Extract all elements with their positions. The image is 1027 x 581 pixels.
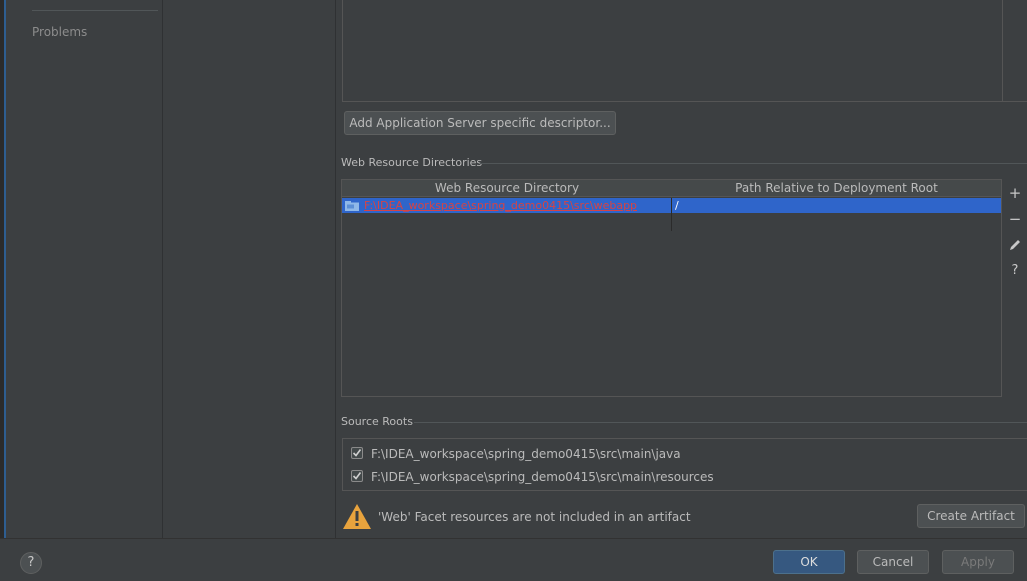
ok-button[interactable]: OK bbox=[773, 550, 845, 574]
settings-nav-panel: Problems bbox=[6, 0, 163, 538]
web-resource-table[interactable]: Web Resource Directory Path Relative to … bbox=[341, 179, 1002, 397]
column-divider bbox=[671, 198, 672, 231]
source-root-label-resources: F:\IDEA_workspace\spring_demo0415\src\ma… bbox=[371, 470, 714, 484]
column-header-web-resource-directory[interactable]: Web Resource Directory bbox=[342, 180, 672, 197]
source-root-checkbox-java[interactable] bbox=[351, 447, 363, 459]
add-icon[interactable]: + bbox=[1006, 184, 1024, 202]
source-roots-section-title: Source Roots bbox=[341, 415, 413, 428]
descriptor-list-divider bbox=[1002, 0, 1003, 101]
nav-separator bbox=[32, 10, 158, 11]
folder-icon bbox=[345, 201, 359, 211]
edit-icon[interactable] bbox=[1006, 236, 1024, 254]
source-roots-list: F:\IDEA_workspace\spring_demo0415\src\ma… bbox=[342, 438, 1027, 491]
dialog-footer: ? OK Cancel Apply bbox=[0, 538, 1027, 581]
cancel-button[interactable]: Cancel bbox=[857, 550, 929, 574]
warning-icon bbox=[343, 504, 371, 529]
create-artifact-button[interactable]: Create Artifact bbox=[917, 504, 1025, 528]
web-resources-section-line bbox=[480, 163, 1027, 164]
module-tree-panel bbox=[163, 0, 336, 538]
help-icon[interactable]: ? bbox=[1006, 262, 1024, 280]
source-root-label-java: F:\IDEA_workspace\spring_demo0415\src\ma… bbox=[371, 447, 681, 461]
web-resources-section-title: Web Resource Directories bbox=[341, 156, 483, 169]
deployment-descriptors-list[interactable] bbox=[342, 0, 1027, 102]
nav-item-problems[interactable]: Problems bbox=[32, 25, 87, 39]
table-cell-path: / bbox=[675, 199, 679, 212]
apply-button[interactable]: Apply bbox=[942, 550, 1014, 574]
remove-icon[interactable]: − bbox=[1006, 210, 1024, 228]
table-row[interactable]: F:\IDEA_workspace\spring_demo0415\src\we… bbox=[342, 198, 1001, 231]
warning-message: 'Web' Facet resources are not included i… bbox=[378, 510, 691, 524]
source-roots-section-line bbox=[414, 422, 1027, 423]
table-cell-directory: F:\IDEA_workspace\spring_demo0415\src\we… bbox=[364, 199, 638, 212]
source-root-checkbox-resources[interactable] bbox=[351, 470, 363, 482]
help-button[interactable]: ? bbox=[20, 552, 42, 574]
add-server-descriptor-button[interactable]: Add Application Server specific descript… bbox=[344, 111, 616, 135]
column-header-path-relative[interactable]: Path Relative to Deployment Root bbox=[672, 180, 1001, 197]
